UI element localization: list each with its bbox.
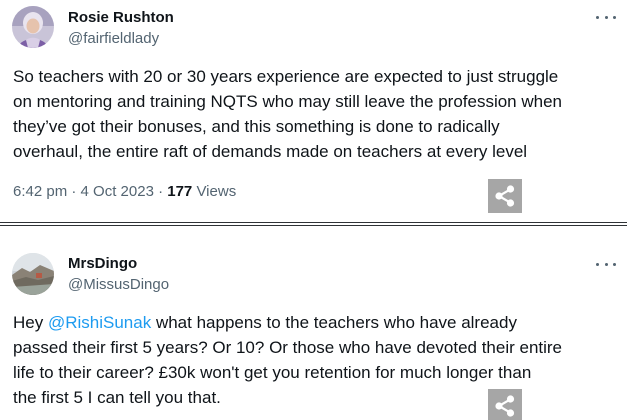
author-name[interactable]: MrsDingo bbox=[68, 255, 137, 272]
views-count[interactable]: 177 bbox=[167, 183, 192, 200]
views-label: Views bbox=[196, 183, 237, 200]
share-icon bbox=[495, 395, 515, 417]
tweet-card[interactable]: Rosie Rushton @fairfieldlady So teachers… bbox=[0, 0, 627, 222]
divider bbox=[0, 222, 627, 223]
tweet-text-rest: what happens to the teachers who have al… bbox=[151, 313, 517, 332]
tweet-text-line: So teachers with 20 or 30 years experien… bbox=[13, 67, 559, 86]
tweet-text-line: overhaul, the entire raft of demands mad… bbox=[13, 142, 528, 161]
tweet-text-line: life to their career? £30k won't get you… bbox=[13, 363, 532, 382]
tweet-card[interactable]: MrsDingo @MissusDingo Hey @RishiSunak wh… bbox=[0, 226, 627, 420]
tweet-text: So teachers with 20 or 30 years experien… bbox=[13, 64, 618, 164]
share-button[interactable] bbox=[488, 179, 522, 213]
tweet-feed: Rosie Rushton @fairfieldlady So teachers… bbox=[0, 0, 627, 420]
author-name[interactable]: Rosie Rushton bbox=[68, 9, 174, 26]
tweet-text-line: Hey @RishiSunak what happens to the teac… bbox=[13, 310, 618, 335]
tweet-text-line: they’ve got their bonuses, and this some… bbox=[13, 117, 500, 136]
tweet-meta: 6:42 pm · 4 Oct 2023 · 177 Views bbox=[13, 183, 236, 200]
author-handle[interactable]: @fairfieldlady bbox=[68, 30, 159, 47]
avatar[interactable] bbox=[12, 253, 54, 295]
mention-link[interactable]: @RishiSunak bbox=[48, 313, 151, 332]
avatar[interactable] bbox=[12, 6, 54, 48]
share-button[interactable] bbox=[488, 389, 522, 420]
tweet-text-prefix: Hey bbox=[13, 313, 48, 332]
share-icon bbox=[495, 185, 515, 207]
timestamp[interactable]: 6:42 pm · 4 Oct 2023 · bbox=[13, 183, 163, 200]
tweet-text-line: on mentoring and training NQTS who may s… bbox=[13, 92, 563, 111]
tweet-text-line: passed their first 5 years? Or 10? Or th… bbox=[13, 338, 563, 357]
tweet-text: Hey @RishiSunak what happens to the teac… bbox=[13, 310, 618, 410]
author-handle[interactable]: @MissusDingo bbox=[68, 276, 169, 293]
more-horizontal-icon[interactable] bbox=[596, 260, 616, 268]
tweet-text-line: the first 5 I can tell you that. bbox=[13, 388, 221, 407]
more-horizontal-icon[interactable] bbox=[596, 13, 616, 21]
